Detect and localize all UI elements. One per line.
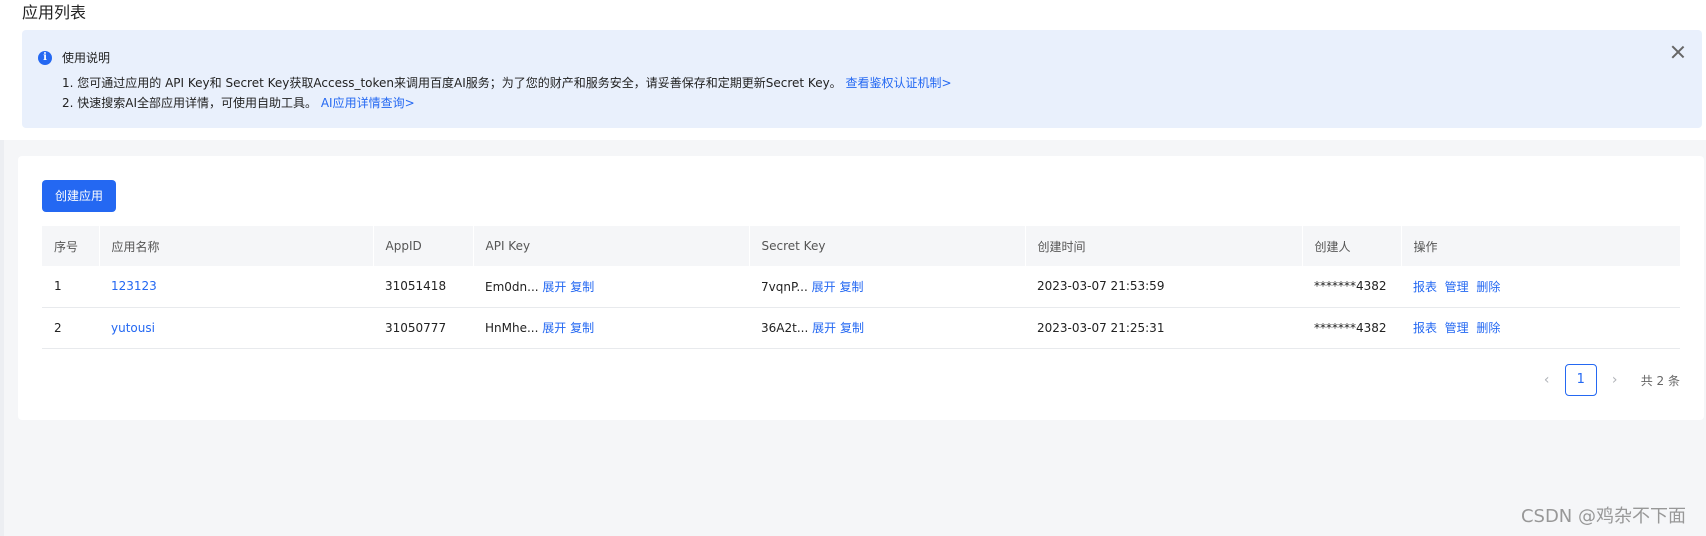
col-header-created: 创建时间 [1025, 226, 1303, 266]
report-link[interactable]: 报表 [1413, 321, 1437, 335]
app-table: 序号 应用名称 AppID API Key Secret Key 创建时间 创建… [42, 226, 1681, 349]
col-header-actions: 操作 [1401, 226, 1681, 266]
app-detail-query-link[interactable]: AI应用详情查询> [321, 96, 415, 110]
table-header-row: 序号 应用名称 AppID API Key Secret Key 创建时间 创建… [42, 226, 1681, 266]
row-created-time: 2023-03-07 21:25:31 [1025, 307, 1302, 349]
notice-line-1-text: 1. 您可通过应用的 API Key和 Secret Key获取Access_t… [62, 76, 842, 90]
secret-key-copy-link[interactable]: 复制 [840, 321, 864, 335]
col-header-api-key: API Key [473, 226, 750, 266]
secret-key-copy-link[interactable]: 复制 [839, 280, 863, 294]
col-header-creator: 创建人 [1302, 226, 1402, 266]
notice-line-2: 2. 快速搜索AI全部应用详情，可使用自助工具。 AI应用详情查询> [62, 94, 415, 112]
table-row: 2 yutousi 31050777 HnMhe... 展开 复制 36A2t.… [42, 307, 1680, 349]
app-name-link[interactable]: yutousi [111, 321, 155, 335]
usage-notice: i 使用说明 1. 您可通过应用的 API Key和 Secret Key获取A… [22, 30, 1702, 128]
page-1-button[interactable]: 1 [1564, 364, 1597, 396]
secret-key-expand-link[interactable]: 展开 [812, 280, 836, 294]
row-appid: 31051418 [373, 266, 473, 308]
api-key-copy-link[interactable]: 复制 [570, 280, 594, 294]
notice-title: 使用说明 [62, 51, 111, 65]
row-index: 2 [42, 307, 99, 349]
app-name-link[interactable]: 123123 [111, 279, 157, 293]
info-icon: i [38, 51, 52, 65]
row-secret-key: 7vqnP... [761, 279, 808, 294]
close-icon[interactable] [1670, 44, 1686, 60]
page-title: 应用列表 [22, 3, 87, 22]
api-key-expand-link[interactable]: 展开 [542, 280, 566, 294]
col-header-name: 应用名称 [99, 226, 374, 266]
app-list-card: 创建应用 序号 应用名称 AppID API Key Secret Key 创建… [18, 156, 1704, 420]
manage-link[interactable]: 管理 [1445, 280, 1469, 294]
page-header-section: 应用列表 i 使用说明 1. 您可通过应用的 API Key和 Secret K… [0, 0, 1706, 140]
row-secret-key: 36A2t... [761, 321, 809, 335]
row-creator: *******4382 [1302, 307, 1401, 349]
col-header-appid: AppID [373, 226, 474, 266]
prev-page-icon[interactable]: ‹ [1535, 364, 1559, 396]
manage-link[interactable]: 管理 [1445, 321, 1469, 335]
col-header-secret-key: Secret Key [749, 226, 1026, 266]
create-app-button[interactable]: 创建应用 [42, 180, 116, 212]
row-api-key: HnMhe... [485, 321, 539, 335]
next-page-icon[interactable]: › [1603, 364, 1627, 396]
table-row: 1 123123 31051418 Em0dn... 展开 复制 7vqnP..… [42, 266, 1680, 308]
notice-line-2-text: 2. 快速搜索AI全部应用详情，可使用自助工具。 [62, 96, 318, 110]
api-key-copy-link[interactable]: 复制 [570, 321, 594, 335]
row-index: 1 [42, 266, 99, 308]
watermark: CSDN @鸡杂不下面 [1520, 506, 1686, 527]
auth-doc-link[interactable]: 查看鉴权认证机制> [846, 76, 952, 90]
col-header-index: 序号 [42, 226, 100, 266]
secret-key-expand-link[interactable]: 展开 [812, 321, 836, 335]
report-link[interactable]: 报表 [1413, 280, 1437, 294]
delete-link[interactable]: 删除 [1476, 280, 1500, 294]
pagination: ‹ 1 › 共 2 条 [1535, 364, 1680, 396]
total-count: 共 2 条 [1640, 373, 1680, 388]
row-creator: *******4382 [1302, 266, 1401, 308]
row-created-time: 2023-03-07 21:53:59 [1025, 266, 1302, 308]
api-key-expand-link[interactable]: 展开 [542, 321, 566, 335]
row-appid: 31050777 [373, 307, 473, 349]
delete-link[interactable]: 删除 [1476, 321, 1500, 335]
notice-line-1: 1. 您可通过应用的 API Key和 Secret Key获取Access_t… [62, 74, 952, 92]
row-api-key: Em0dn... [485, 279, 539, 294]
